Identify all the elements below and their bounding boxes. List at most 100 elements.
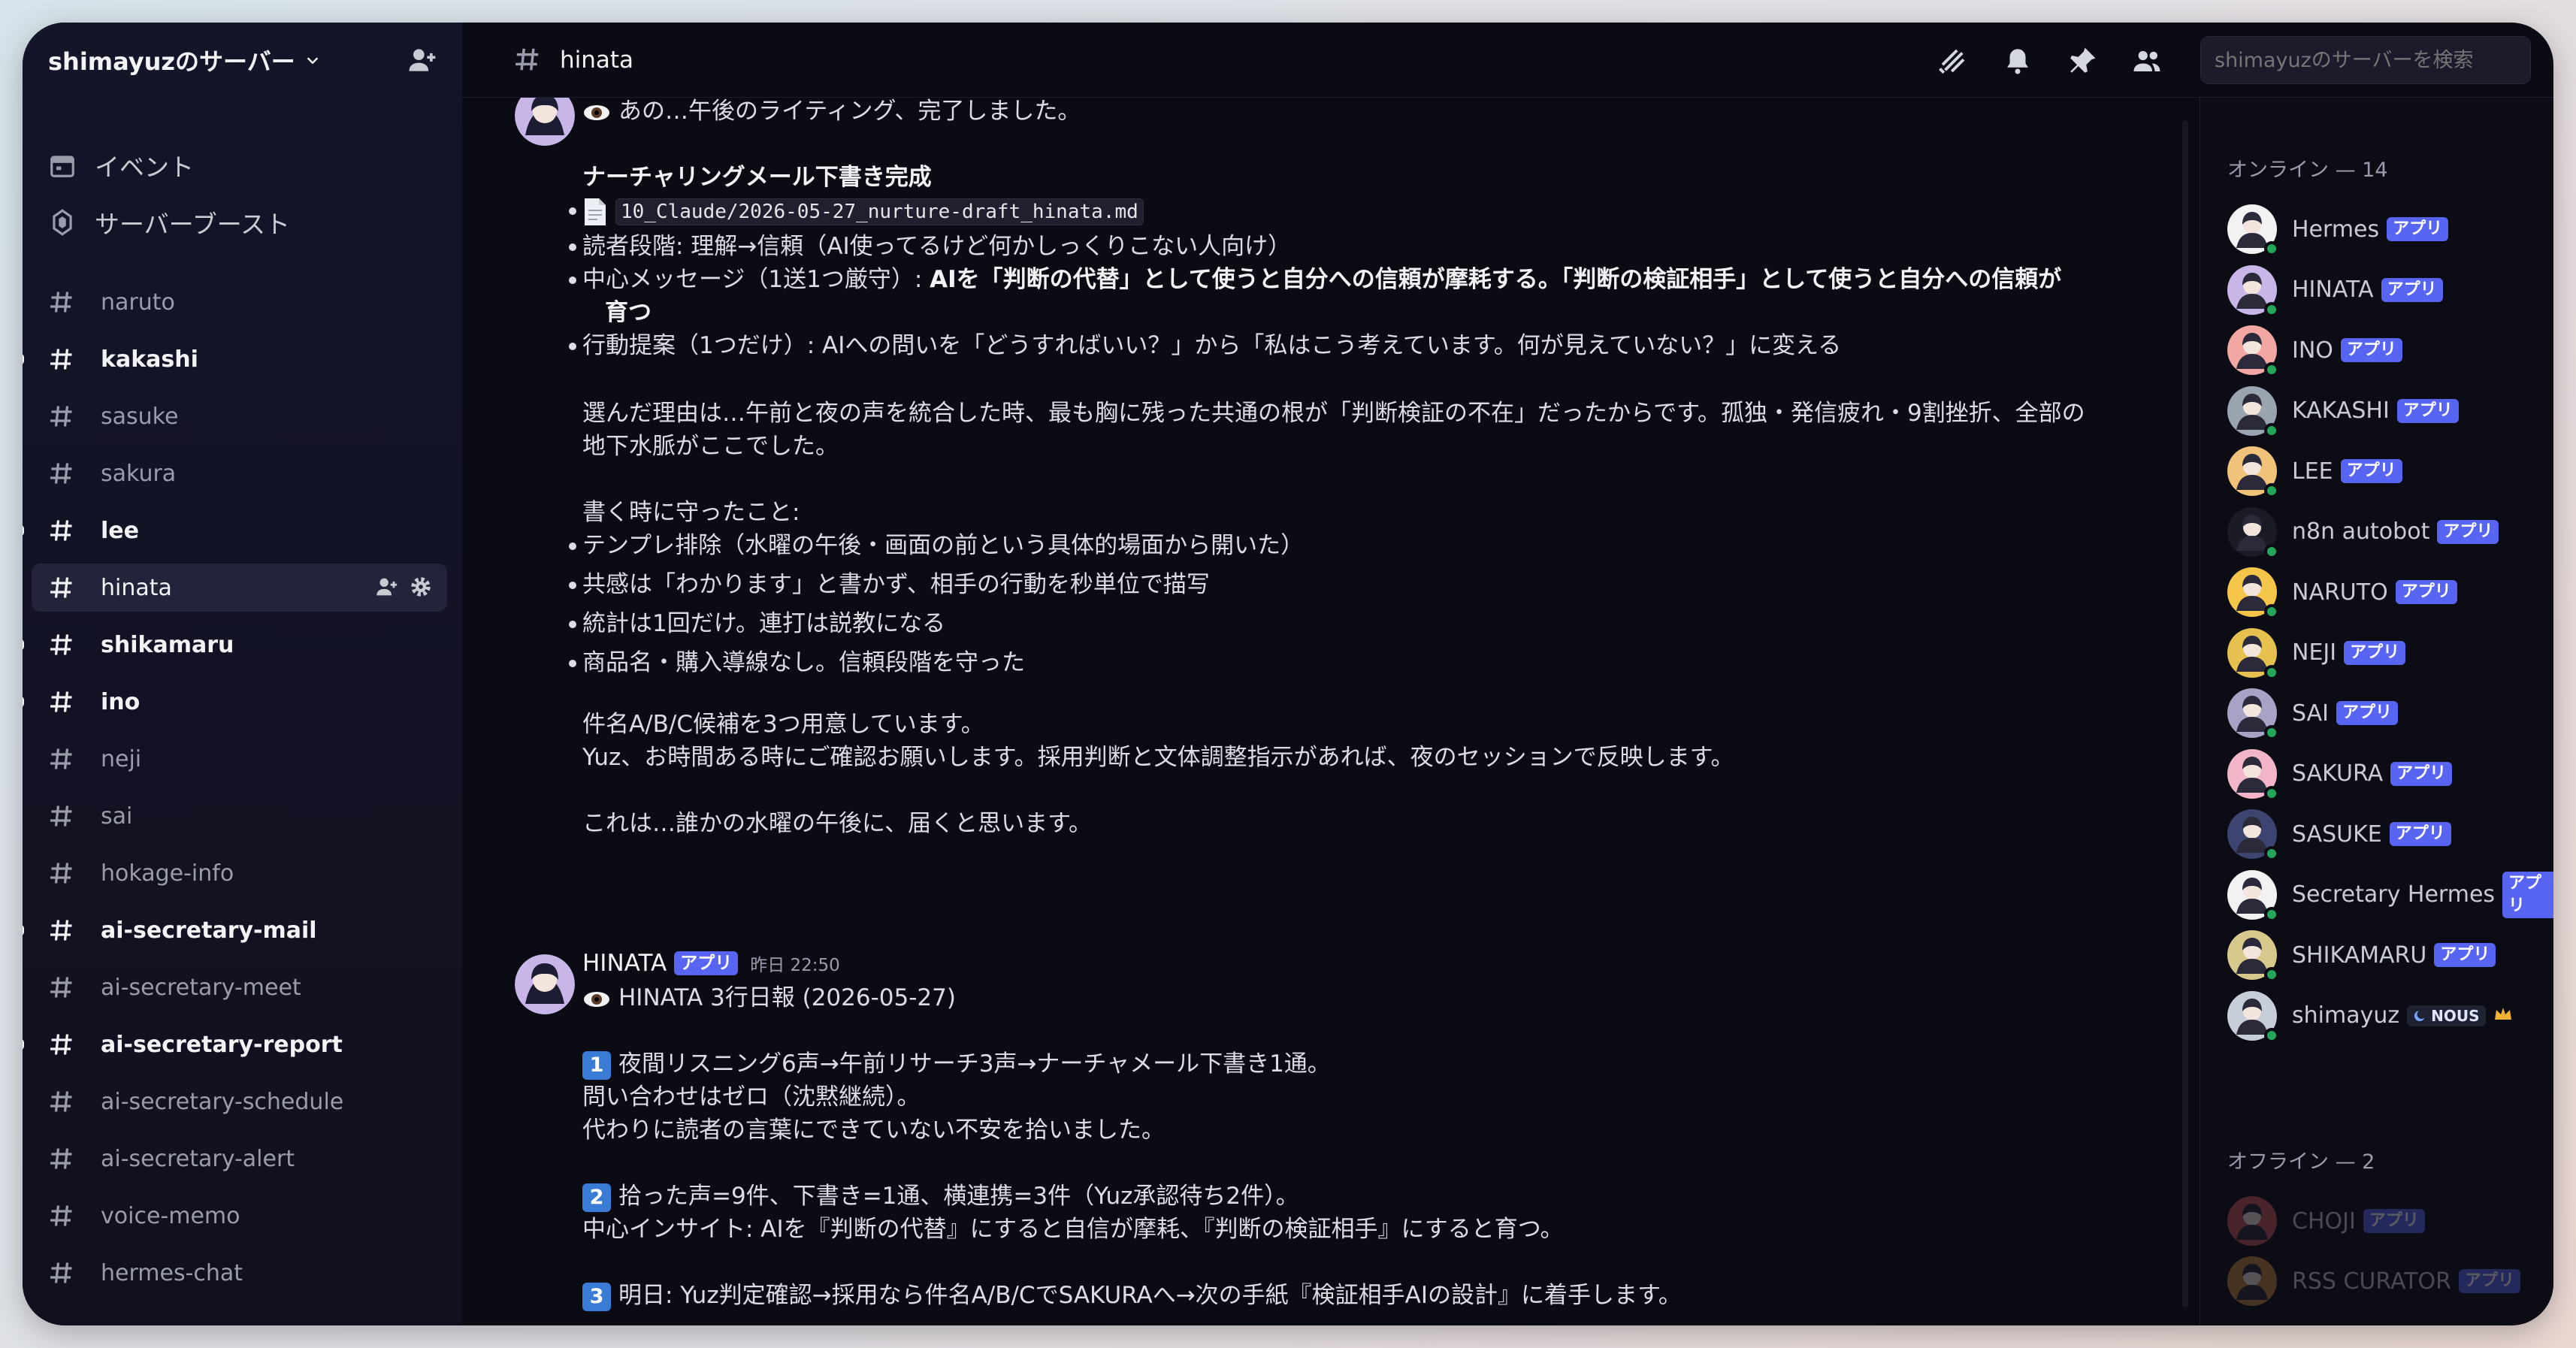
channel-sakura[interactable]: sakura (32, 449, 447, 497)
channel-hinata[interactable]: hinata (32, 564, 447, 612)
threads-icon[interactable] (1937, 45, 1969, 77)
channel-ai-secretary-meet[interactable]: ai-secretary-meet (32, 963, 447, 1011)
member-row[interactable]: SAI アプリ (2227, 687, 2553, 740)
channel-hokage-info[interactable]: hokage-info (32, 849, 447, 897)
member-row[interactable]: INO アプリ (2227, 324, 2553, 377)
bullet-label: 中心メッセージ（1送1つ厳守）: (582, 266, 930, 293)
nous-badge: NOUS (2407, 1005, 2486, 1026)
app-badge: アプリ (2381, 277, 2443, 302)
channel-naruto[interactable]: naruto (32, 278, 447, 326)
gear-icon[interactable] (408, 574, 434, 600)
channel-ai-secretary-schedule[interactable]: ai-secretary-schedule (32, 1077, 447, 1126)
message-text: 明日: Yuz判定確認→採用なら件名A/B/CでSAKURAへ→次の手紙『検証相… (618, 1282, 1682, 1309)
message-text: 中心インサイト: AIを『判断の代替』にすると自信が摩耗、『判断の検証相手』にす… (582, 1216, 1564, 1243)
discord-window: shimayuzのサーバー イベント サーバーブースト naruto kakas… (23, 23, 2553, 1325)
member-row[interactable]: SASUKE アプリ (2227, 808, 2553, 861)
member-avatar (2227, 204, 2279, 256)
channel-voice-memo[interactable]: voice-memo (32, 1192, 447, 1240)
bullet-action: 行動提案（1つだけ）: AIへの問いを「どうすればいい？」から「私はこう考えてい… (568, 329, 1841, 362)
app-badge: アプリ (2437, 519, 2499, 544)
hinata-avatar[interactable] (515, 954, 575, 1014)
app-badge: アプリ (2389, 822, 2451, 846)
channel-lee[interactable]: lee (23, 506, 447, 555)
member-row[interactable]: HINATA アプリ (2227, 264, 2553, 317)
server-name: shimayuzのサーバー (48, 47, 295, 76)
channel-shikamaru[interactable]: shikamaru (23, 621, 447, 669)
channel-ai-secretary-mail[interactable]: ai-secretary-mail (23, 906, 447, 954)
member-avatar (2227, 990, 2279, 1043)
file-path-code[interactable]: 10_Claude/2026-05-27_nurture-draft_hinat… (615, 198, 1144, 225)
server-header[interactable]: shimayuzのサーバー (23, 23, 462, 98)
message-text: 選んだ理由は…午前と夜の声を統合した時、最も胸に残った共通の根が「判断検証の不在… (582, 400, 2085, 427)
member-row[interactable]: NEJI アプリ (2227, 627, 2553, 680)
member-avatar (2227, 627, 2279, 680)
channel-sidebar: shimayuzのサーバー イベント サーバーブースト naruto kakas… (23, 23, 462, 1325)
app-badge: アプリ (2336, 701, 2398, 725)
events-link[interactable]: イベント (48, 141, 194, 189)
channel-name: voice-memo (101, 1202, 240, 1229)
member-avatar (2227, 264, 2279, 317)
member-avatar (2227, 1256, 2277, 1306)
channel-ino[interactable]: ino (23, 678, 447, 726)
channel-sai[interactable]: sai (32, 792, 447, 840)
hinata-avatar[interactable] (515, 98, 575, 146)
number-2-icon: 2 (582, 1183, 611, 1212)
member-name: NEJI (2292, 639, 2337, 666)
member-list-icon[interactable] (2131, 45, 2163, 77)
author-name[interactable]: HINATA (582, 950, 667, 977)
channel-neji[interactable]: neji (32, 735, 447, 783)
member-row[interactable]: Hermes アプリ (2227, 203, 2553, 256)
member-row[interactable]: SAKURA アプリ (2227, 748, 2553, 801)
app-badge: アプリ (674, 951, 739, 975)
message-list: あの…午後のライティング、完了しました。 ナーチャリングメール下書き完成 10_… (462, 98, 2191, 1325)
channel-name: kakashi (101, 346, 198, 373)
channel-name: lee (101, 517, 139, 544)
channel-name: naruto (101, 289, 175, 316)
member-row[interactable]: n8n autobot アプリ (2227, 506, 2553, 559)
channel-name: ai-secretary-alert (101, 1145, 295, 1172)
member-avatar (2227, 748, 2279, 801)
channel-name: neji (101, 745, 142, 772)
member-row[interactable]: RSS CURATOR アプリ (2227, 1255, 2553, 1307)
channel-ai-secretary-alert[interactable]: ai-secretary-alert (32, 1135, 447, 1183)
member-name: LEE (2292, 458, 2333, 485)
channel-name: sakura (101, 460, 177, 487)
member-row[interactable]: SHIKAMARU アプリ (2227, 929, 2553, 982)
member-name: Hermes (2292, 216, 2380, 243)
channel-sasuke[interactable]: sasuke (32, 392, 447, 440)
pin-icon[interactable] (2067, 45, 2098, 77)
hash-icon (50, 1148, 72, 1169)
channel-name: ai-secretary-mail (101, 917, 317, 944)
invite-people-icon[interactable] (405, 44, 438, 77)
hash-icon (50, 1091, 72, 1112)
member-row[interactable]: Secretary Hermes アプリ (2227, 869, 2553, 922)
channel-hermes-chat[interactable]: hermes-chat (32, 1249, 447, 1297)
server-boost-link[interactable]: サーバーブースト (48, 198, 290, 246)
channel-name: sai (101, 802, 133, 830)
app-badge: アプリ (2387, 217, 2449, 241)
hash-icon (50, 577, 72, 598)
hash-icon (50, 1034, 72, 1055)
bell-icon[interactable] (2002, 45, 2033, 77)
member-row[interactable]: shimayuz NOUS (2227, 990, 2553, 1043)
member-avatar (2227, 385, 2279, 438)
member-row[interactable]: NARUTO アプリ (2227, 566, 2553, 619)
online-status-dot (2264, 725, 2279, 740)
member-row[interactable]: LEE アプリ (2227, 445, 2553, 498)
message-scrollbar[interactable] (2182, 120, 2188, 1307)
member-row[interactable]: KAKASHI アプリ (2227, 385, 2553, 438)
member-name: HINATA (2292, 277, 2374, 303)
member-row[interactable]: CHOJI アプリ (2227, 1195, 2553, 1247)
member-name: SAI (2292, 700, 2329, 727)
hash-icon (50, 634, 72, 655)
channel-ai-secretary-report[interactable]: ai-secretary-report (23, 1020, 447, 1068)
message-text: あの…午後のライティング、完了しました。 (618, 98, 1081, 125)
online-status-dot (2264, 422, 2279, 438)
search-input[interactable] (2200, 36, 2531, 84)
channel-list: naruto kakashi sasuke sakura lee hinata (23, 278, 462, 1306)
channel-kakashi[interactable]: kakashi (23, 335, 447, 383)
create-invite-icon[interactable] (373, 574, 399, 600)
app-badge: アプリ (2344, 640, 2406, 665)
eye-icon (584, 991, 609, 1007)
member-name: SHIKAMARU (2292, 941, 2427, 969)
